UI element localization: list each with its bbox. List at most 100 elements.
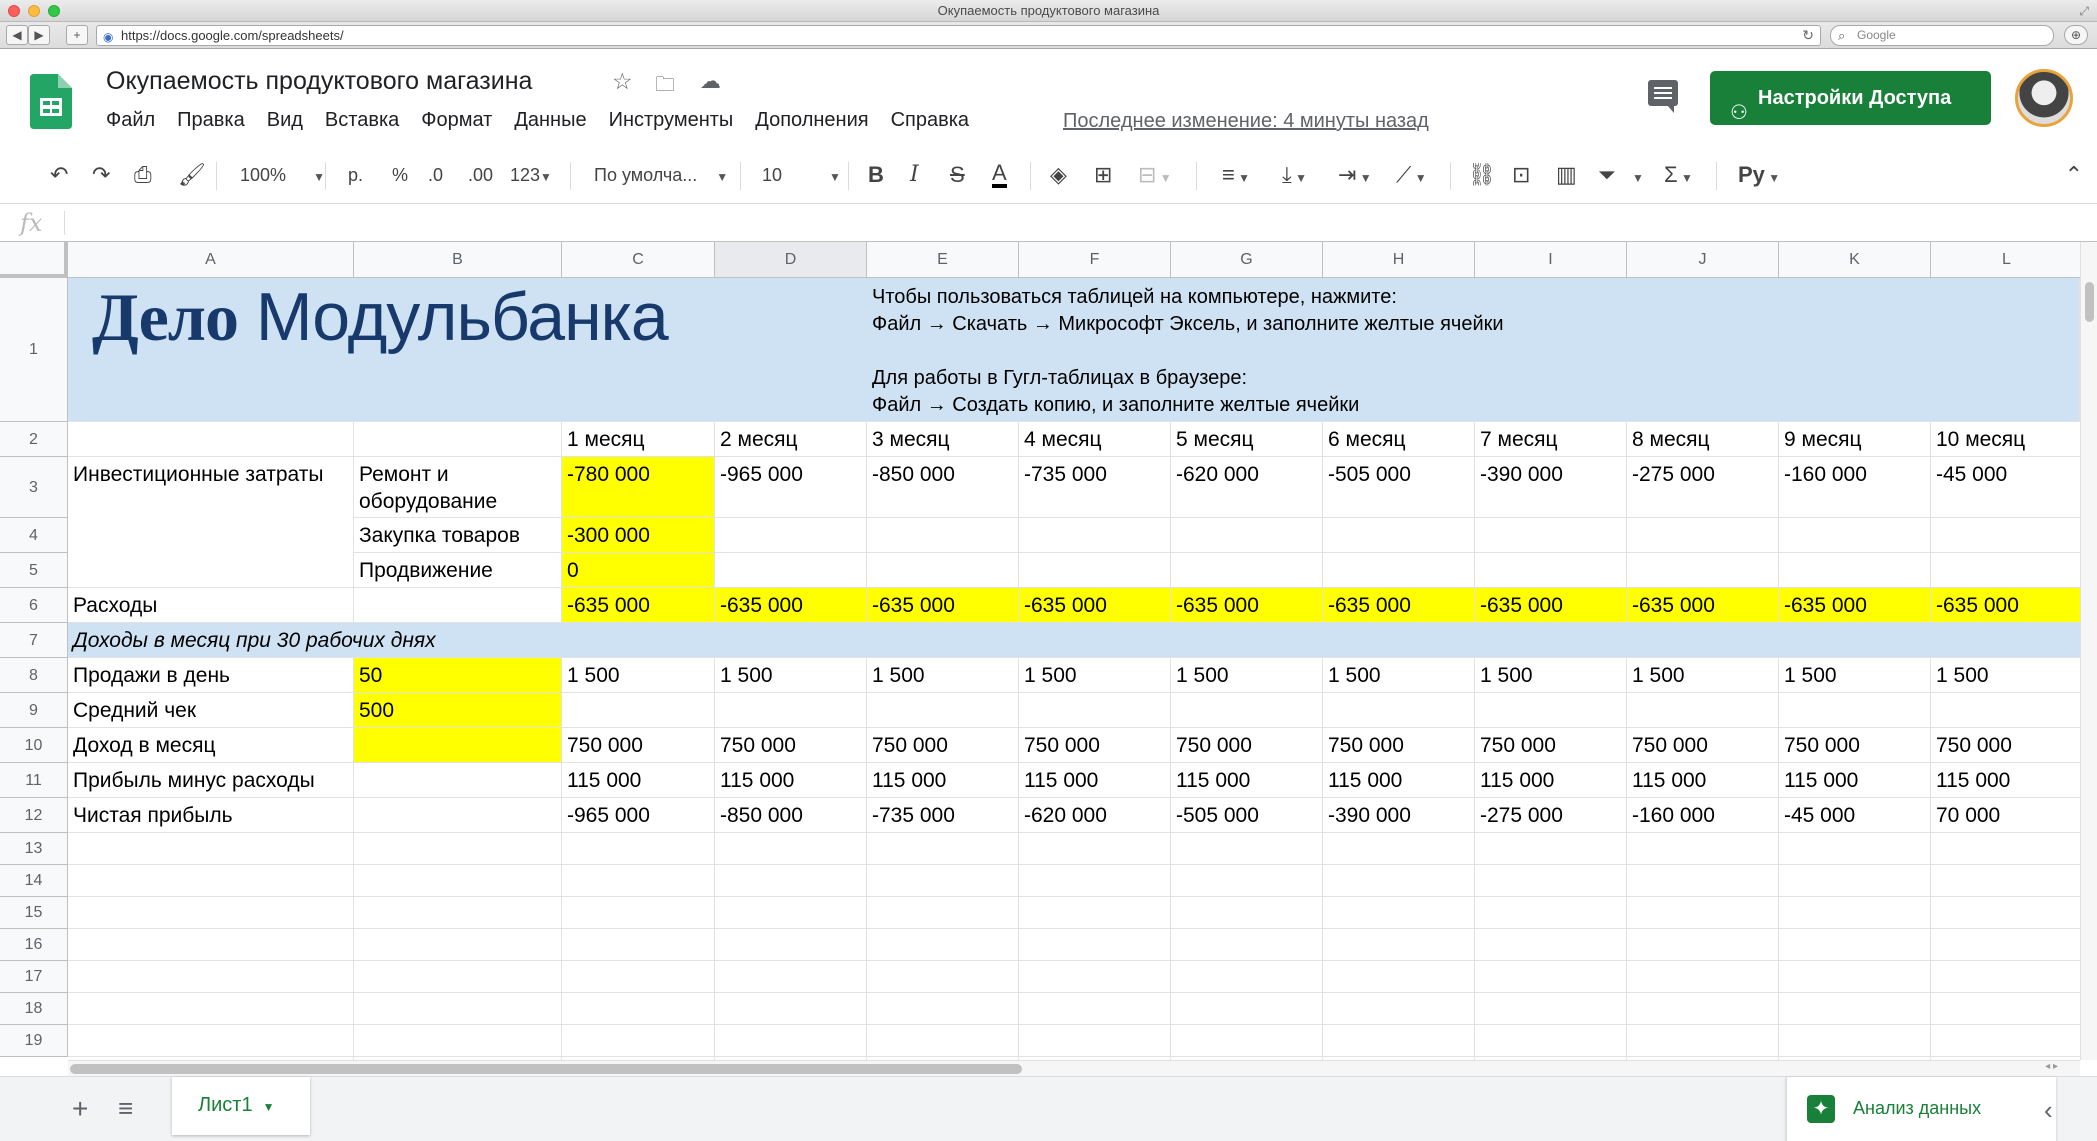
paint-format-icon[interactable]: 🖌	[178, 162, 206, 188]
month-header[interactable]: 3 месяц	[867, 422, 1019, 457]
month-header[interactable]: 7 месяц	[1475, 422, 1627, 457]
menu-help[interactable]: Справка	[891, 109, 969, 132]
increase-decimal-button[interactable]: .00	[468, 165, 493, 186]
cell-l4[interactable]	[1931, 518, 2080, 553]
repair-input-cell[interactable]: -780 000	[562, 457, 715, 518]
row-header-6[interactable]: 6	[0, 588, 68, 623]
expenses-value-cell[interactable]: -635 000	[1019, 588, 1171, 623]
sales-value-cell[interactable]: 1 500	[1019, 658, 1171, 693]
zoom-select[interactable]: 100% ▼	[240, 165, 325, 186]
income-value-cell[interactable]: 750 000	[562, 728, 715, 763]
share-button[interactable]: ⚇ Настройки Доступа	[1710, 71, 1991, 125]
insert-link-icon[interactable]: ⛓	[1468, 162, 1496, 188]
cell-c9[interactable]	[562, 693, 715, 728]
repair-value-cell[interactable]: -505 000	[1323, 457, 1475, 518]
expenses-label-cell[interactable]: Расходы	[68, 588, 354, 623]
cell-f4[interactable]	[1019, 518, 1171, 553]
income-label-cell[interactable]: Доход в месяц	[68, 728, 354, 763]
scroll-arrows-icon[interactable]: ◂ ▸	[2045, 1061, 2058, 1072]
document-title[interactable]: Окупаемость продуктового магазина	[106, 67, 532, 96]
net-profit-value-cell[interactable]: -275 000	[1475, 798, 1627, 833]
row-header-10[interactable]: 10	[0, 728, 68, 763]
purchase-label-cell[interactable]: Закупка товаров	[354, 518, 562, 553]
profit-value-cell[interactable]: 115 000	[1323, 763, 1475, 798]
undo-icon[interactable]: ↶	[50, 162, 68, 188]
downloads-button[interactable]: ⊕	[2064, 25, 2088, 45]
expenses-value-cell[interactable]: -635 000	[1171, 588, 1323, 623]
input-tools-icon[interactable]: Py ▼	[1738, 162, 1780, 188]
cell-f5[interactable]	[1019, 553, 1171, 588]
move-folder-icon[interactable]: 🗀	[655, 70, 675, 104]
bold-icon[interactable]: B	[868, 162, 884, 188]
row-header-16[interactable]: 16	[0, 929, 68, 961]
column-header-g[interactable]: G	[1171, 242, 1323, 278]
cell-i5[interactable]	[1475, 553, 1627, 588]
profit-label-cell[interactable]: Прибыль минус расходы	[68, 763, 354, 798]
expenses-value-cell[interactable]: -635 000	[1779, 588, 1931, 623]
income-value-cell[interactable]: 750 000	[715, 728, 867, 763]
profit-value-cell[interactable]: 115 000	[1779, 763, 1931, 798]
row-header-17[interactable]: 17	[0, 961, 68, 993]
column-header-j[interactable]: J	[1627, 242, 1779, 278]
repair-value-cell[interactable]: -620 000	[1171, 457, 1323, 518]
cell-a2[interactable]	[68, 422, 354, 457]
align-vertical-icon[interactable]: ⤓ ▼	[1282, 162, 1307, 188]
month-header[interactable]: 9 месяц	[1779, 422, 1931, 457]
horizontal-scrollbar[interactable]: ◂ ▸	[68, 1060, 2080, 1076]
menu-insert[interactable]: Вставка	[325, 109, 399, 132]
repair-value-cell[interactable]: -965 000	[715, 457, 867, 518]
cell-f9[interactable]	[1019, 693, 1171, 728]
sales-value-cell[interactable]: 1 500	[1627, 658, 1779, 693]
cell-h4[interactable]	[1323, 518, 1475, 553]
chevron-down-icon[interactable]: ▼	[263, 1100, 275, 1114]
column-header-i[interactable]: I	[1475, 242, 1627, 278]
row-header-9[interactable]: 9	[0, 693, 68, 728]
income-value-cell[interactable]: 750 000	[1779, 728, 1931, 763]
comments-icon[interactable]	[1648, 80, 1678, 113]
repair-value-cell[interactable]: -160 000	[1779, 457, 1931, 518]
select-all-corner[interactable]	[0, 242, 68, 278]
repair-value-cell[interactable]: -275 000	[1627, 457, 1779, 518]
cell-l9[interactable]	[1931, 693, 2080, 728]
month-header[interactable]: 2 месяц	[715, 422, 867, 457]
back-button[interactable]: ◀	[6, 25, 28, 45]
font-family-select[interactable]: По умолча... ▼	[594, 165, 728, 186]
month-header[interactable]: 4 месяц	[1019, 422, 1171, 457]
side-panel-toggle-icon[interactable]: ‹	[2044, 1095, 2053, 1126]
cell-j9[interactable]	[1627, 693, 1779, 728]
borders-icon[interactable]: ⊞	[1094, 162, 1112, 188]
more-formats-button[interactable]: 123▼	[510, 165, 552, 186]
align-horizontal-icon[interactable]: ≡ ▼	[1222, 162, 1250, 188]
row-header-4[interactable]: 4	[0, 518, 68, 553]
repair-value-cell[interactable]: -850 000	[867, 457, 1019, 518]
row-header-7[interactable]: 7	[0, 623, 68, 658]
sheet-tab-active[interactable]: Лист1 ▼	[172, 1077, 310, 1135]
column-header-h[interactable]: H	[1323, 242, 1475, 278]
income-value-cell[interactable]: 750 000	[1627, 728, 1779, 763]
investment-label-cell[interactable]: Инвестиционные затраты	[68, 457, 354, 588]
row-header-15[interactable]: 15	[0, 897, 68, 929]
avg-check-input-cell[interactable]: 500	[354, 693, 562, 728]
vertical-scrollbar[interactable]	[2080, 242, 2097, 1060]
month-header[interactable]: 10 месяц	[1931, 422, 2080, 457]
print-icon[interactable]: ⎙	[134, 162, 152, 188]
cell-h9[interactable]	[1323, 693, 1475, 728]
expenses-value-cell[interactable]: -635 000	[1323, 588, 1475, 623]
formula-input[interactable]	[72, 205, 2097, 241]
row-header-8[interactable]: 8	[0, 658, 68, 693]
column-header-a[interactable]: A	[68, 242, 354, 278]
sales-value-cell[interactable]: 1 500	[1931, 658, 2080, 693]
net-profit-value-cell[interactable]: -45 000	[1779, 798, 1931, 833]
net-profit-value-cell[interactable]: 70 000	[1931, 798, 2080, 833]
add-sheet-icon[interactable]: +	[72, 1093, 88, 1125]
text-rotation-icon[interactable]: ⟋ ▼	[1396, 162, 1427, 188]
explore-button[interactable]: ✦ Анализ данных	[1786, 1077, 2056, 1141]
currency-format-button[interactable]: р.	[348, 165, 363, 186]
functions-icon[interactable]: Σ ▼	[1664, 162, 1693, 188]
strikethrough-icon[interactable]: S	[950, 162, 965, 188]
column-header-c[interactable]: C	[562, 242, 715, 278]
cell-j5[interactable]	[1627, 553, 1779, 588]
fullscreen-icon[interactable]: ⤢	[2079, 4, 2089, 19]
cell-b2[interactable]	[354, 422, 562, 457]
collapse-toolbar-icon[interactable]: ⌃	[2065, 162, 2083, 188]
